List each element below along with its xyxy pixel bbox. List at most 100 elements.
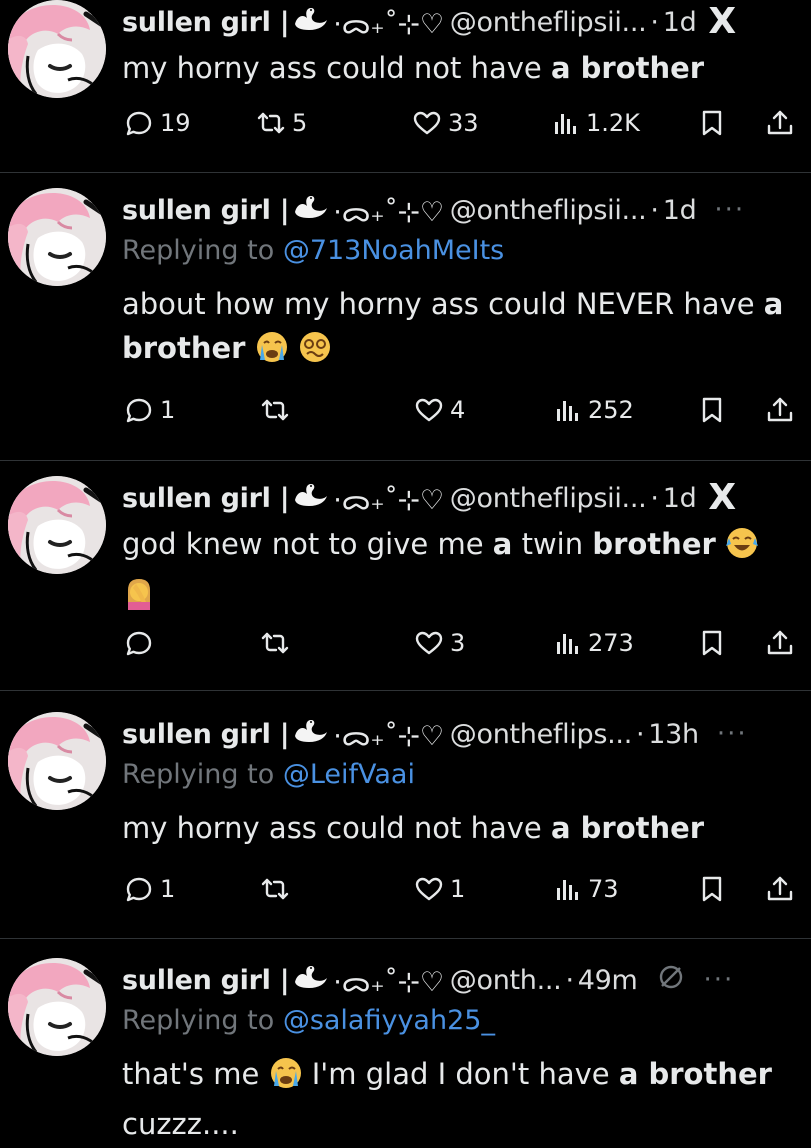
reply-icon (126, 877, 152, 902)
divider (0, 938, 811, 939)
action-bar: 1 4 252 (0, 393, 811, 427)
share-icon (767, 630, 793, 655)
replying-to: Replying to @salafiyyah25_ (122, 1000, 797, 1042)
display-name[interactable]: sullen girl | (122, 965, 290, 996)
x-logo-icon: X (708, 1, 736, 42)
tweet-header: sullen girl | ·ᯅ₊˚⊹♡ @ontheflipsii... · … (122, 2, 797, 42)
like-button[interactable]: 1 (414, 872, 465, 906)
tweet-text: god knew not to give me a twin brother (122, 522, 797, 622)
retweet-button[interactable] (260, 626, 290, 660)
share-button[interactable] (765, 106, 795, 140)
reply-button[interactable]: 1 (124, 872, 175, 906)
avatar[interactable] (8, 958, 106, 1056)
heart-icon (415, 398, 443, 422)
reply-button[interactable] (124, 626, 154, 660)
more-options-icon[interactable]: ··· (704, 965, 735, 995)
tweet-text-bold: a brother (618, 1057, 772, 1091)
timestamp[interactable]: 13h (648, 719, 699, 750)
tweet-3[interactable]: sullen girl | ·ᯅ₊˚⊹♡ @ontheflipsii... · … (0, 476, 811, 686)
mention-link[interactable]: @713NoahMeIts (283, 235, 504, 266)
retweet-count: 5 (292, 109, 308, 137)
share-button[interactable] (765, 872, 795, 906)
tears-of-joy-emoji (725, 526, 759, 572)
mention-link[interactable]: @salafiyyah25_ (283, 1005, 495, 1036)
share-icon (767, 397, 793, 422)
username-handle[interactable]: @ontheflips... (450, 719, 633, 750)
timestamp[interactable]: 49m (578, 965, 638, 996)
display-name[interactable]: sullen girl | (122, 483, 290, 514)
bookmark-button[interactable] (697, 872, 727, 906)
retweet-button[interactable] (260, 872, 290, 906)
views-button[interactable]: 252 (552, 393, 634, 427)
reply-icon (126, 631, 152, 656)
heart-icon (413, 111, 441, 135)
bookmark-button[interactable] (697, 106, 727, 140)
x-logo-icon: X (708, 477, 736, 518)
separator-dot: · (650, 482, 659, 514)
tweet-1[interactable]: sullen girl | ·ᯅ₊˚⊹♡ @ontheflipsii... · … (0, 0, 811, 168)
crying-face-emoji (255, 330, 289, 376)
views-button[interactable]: 73 (552, 872, 619, 906)
bookmark-button[interactable] (697, 626, 727, 660)
tweet-2[interactable]: sullen girl | ·ᯅ₊˚⊹♡ @ontheflipsii... · … (0, 188, 811, 458)
tweet-header: sullen girl | ·ᯅ₊˚⊹♡ @ontheflipsii... · … (122, 190, 797, 230)
reply-icon (126, 111, 152, 136)
avatar[interactable] (8, 188, 106, 286)
avatar[interactable] (8, 0, 106, 98)
retweet-button[interactable] (260, 393, 290, 427)
tweet-text-plain: cuzzz.... (122, 1107, 239, 1141)
avatar[interactable] (8, 476, 106, 574)
tweet-text-bold: brother (592, 527, 716, 561)
facepalm-woman-emoji (122, 576, 156, 622)
tweet-4[interactable]: sullen girl | ·ᯅ₊˚⊹♡ @ontheflips... · 13… (0, 712, 811, 932)
name-decoration: ·ᯅ₊˚⊹♡ (333, 720, 444, 752)
mention-link[interactable]: @LeifVaai (283, 759, 415, 790)
reply-button[interactable]: 1 (124, 393, 175, 427)
username-handle[interactable]: @onth... (450, 965, 562, 996)
more-options-icon[interactable]: ··· (717, 719, 748, 749)
swan-icon (293, 964, 329, 997)
share-button[interactable] (765, 626, 795, 660)
replying-label: Replying to (122, 235, 283, 266)
more-options-icon[interactable]: ··· (714, 195, 745, 225)
name-decoration: ·ᯅ₊˚⊹♡ (333, 196, 444, 228)
username-handle[interactable]: @ontheflipsii... (450, 7, 647, 38)
like-button[interactable]: 4 (414, 393, 465, 427)
tweet-text-bold: a brother (550, 51, 705, 85)
reply-button[interactable]: 19 (124, 106, 191, 140)
views-icon (557, 401, 578, 421)
like-button[interactable]: 3 (414, 626, 465, 660)
retweet-icon (261, 878, 289, 900)
bookmark-icon (702, 110, 722, 136)
timestamp[interactable]: 1d (663, 7, 697, 38)
name-decoration: ·ᯅ₊˚⊹♡ (333, 8, 444, 40)
tweet-5[interactable]: sullen girl | ·ᯅ₊˚⊹♡ @onth... · 49m ··· … (0, 958, 811, 1148)
like-button[interactable]: 33 (412, 106, 479, 140)
share-icon (767, 110, 793, 135)
avatar[interactable] (8, 712, 106, 810)
woozy-face-emoji (298, 330, 332, 376)
views-button[interactable]: 273 (552, 626, 634, 660)
tweet-text-bold: a (492, 527, 513, 561)
swan-icon (293, 718, 329, 751)
share-button[interactable] (765, 393, 795, 427)
tweet-text-plain: my horny ass could not have (122, 811, 551, 845)
views-button[interactable]: 1.2K (550, 106, 640, 140)
reply-count: 1 (160, 396, 176, 424)
replying-to: Replying to @LeifVaai (122, 754, 797, 796)
retweet-button[interactable]: 5 (256, 106, 307, 140)
display-name[interactable]: sullen girl | (122, 7, 290, 38)
action-bar: 19 5 33 1.2K (0, 106, 811, 140)
display-name[interactable]: sullen girl | (122, 195, 290, 226)
divider (0, 172, 811, 173)
username-handle[interactable]: @ontheflipsii... (450, 483, 647, 514)
separator-dot: · (650, 194, 659, 226)
username-handle[interactable]: @ontheflipsii... (450, 195, 647, 226)
separator-dot: · (565, 964, 574, 996)
display-name[interactable]: sullen girl | (122, 719, 290, 750)
timestamp[interactable]: 1d (663, 195, 697, 226)
timestamp[interactable]: 1d (663, 483, 697, 514)
retweet-icon (257, 112, 285, 134)
bookmark-button[interactable] (697, 393, 727, 427)
views-count: 273 (588, 629, 634, 657)
